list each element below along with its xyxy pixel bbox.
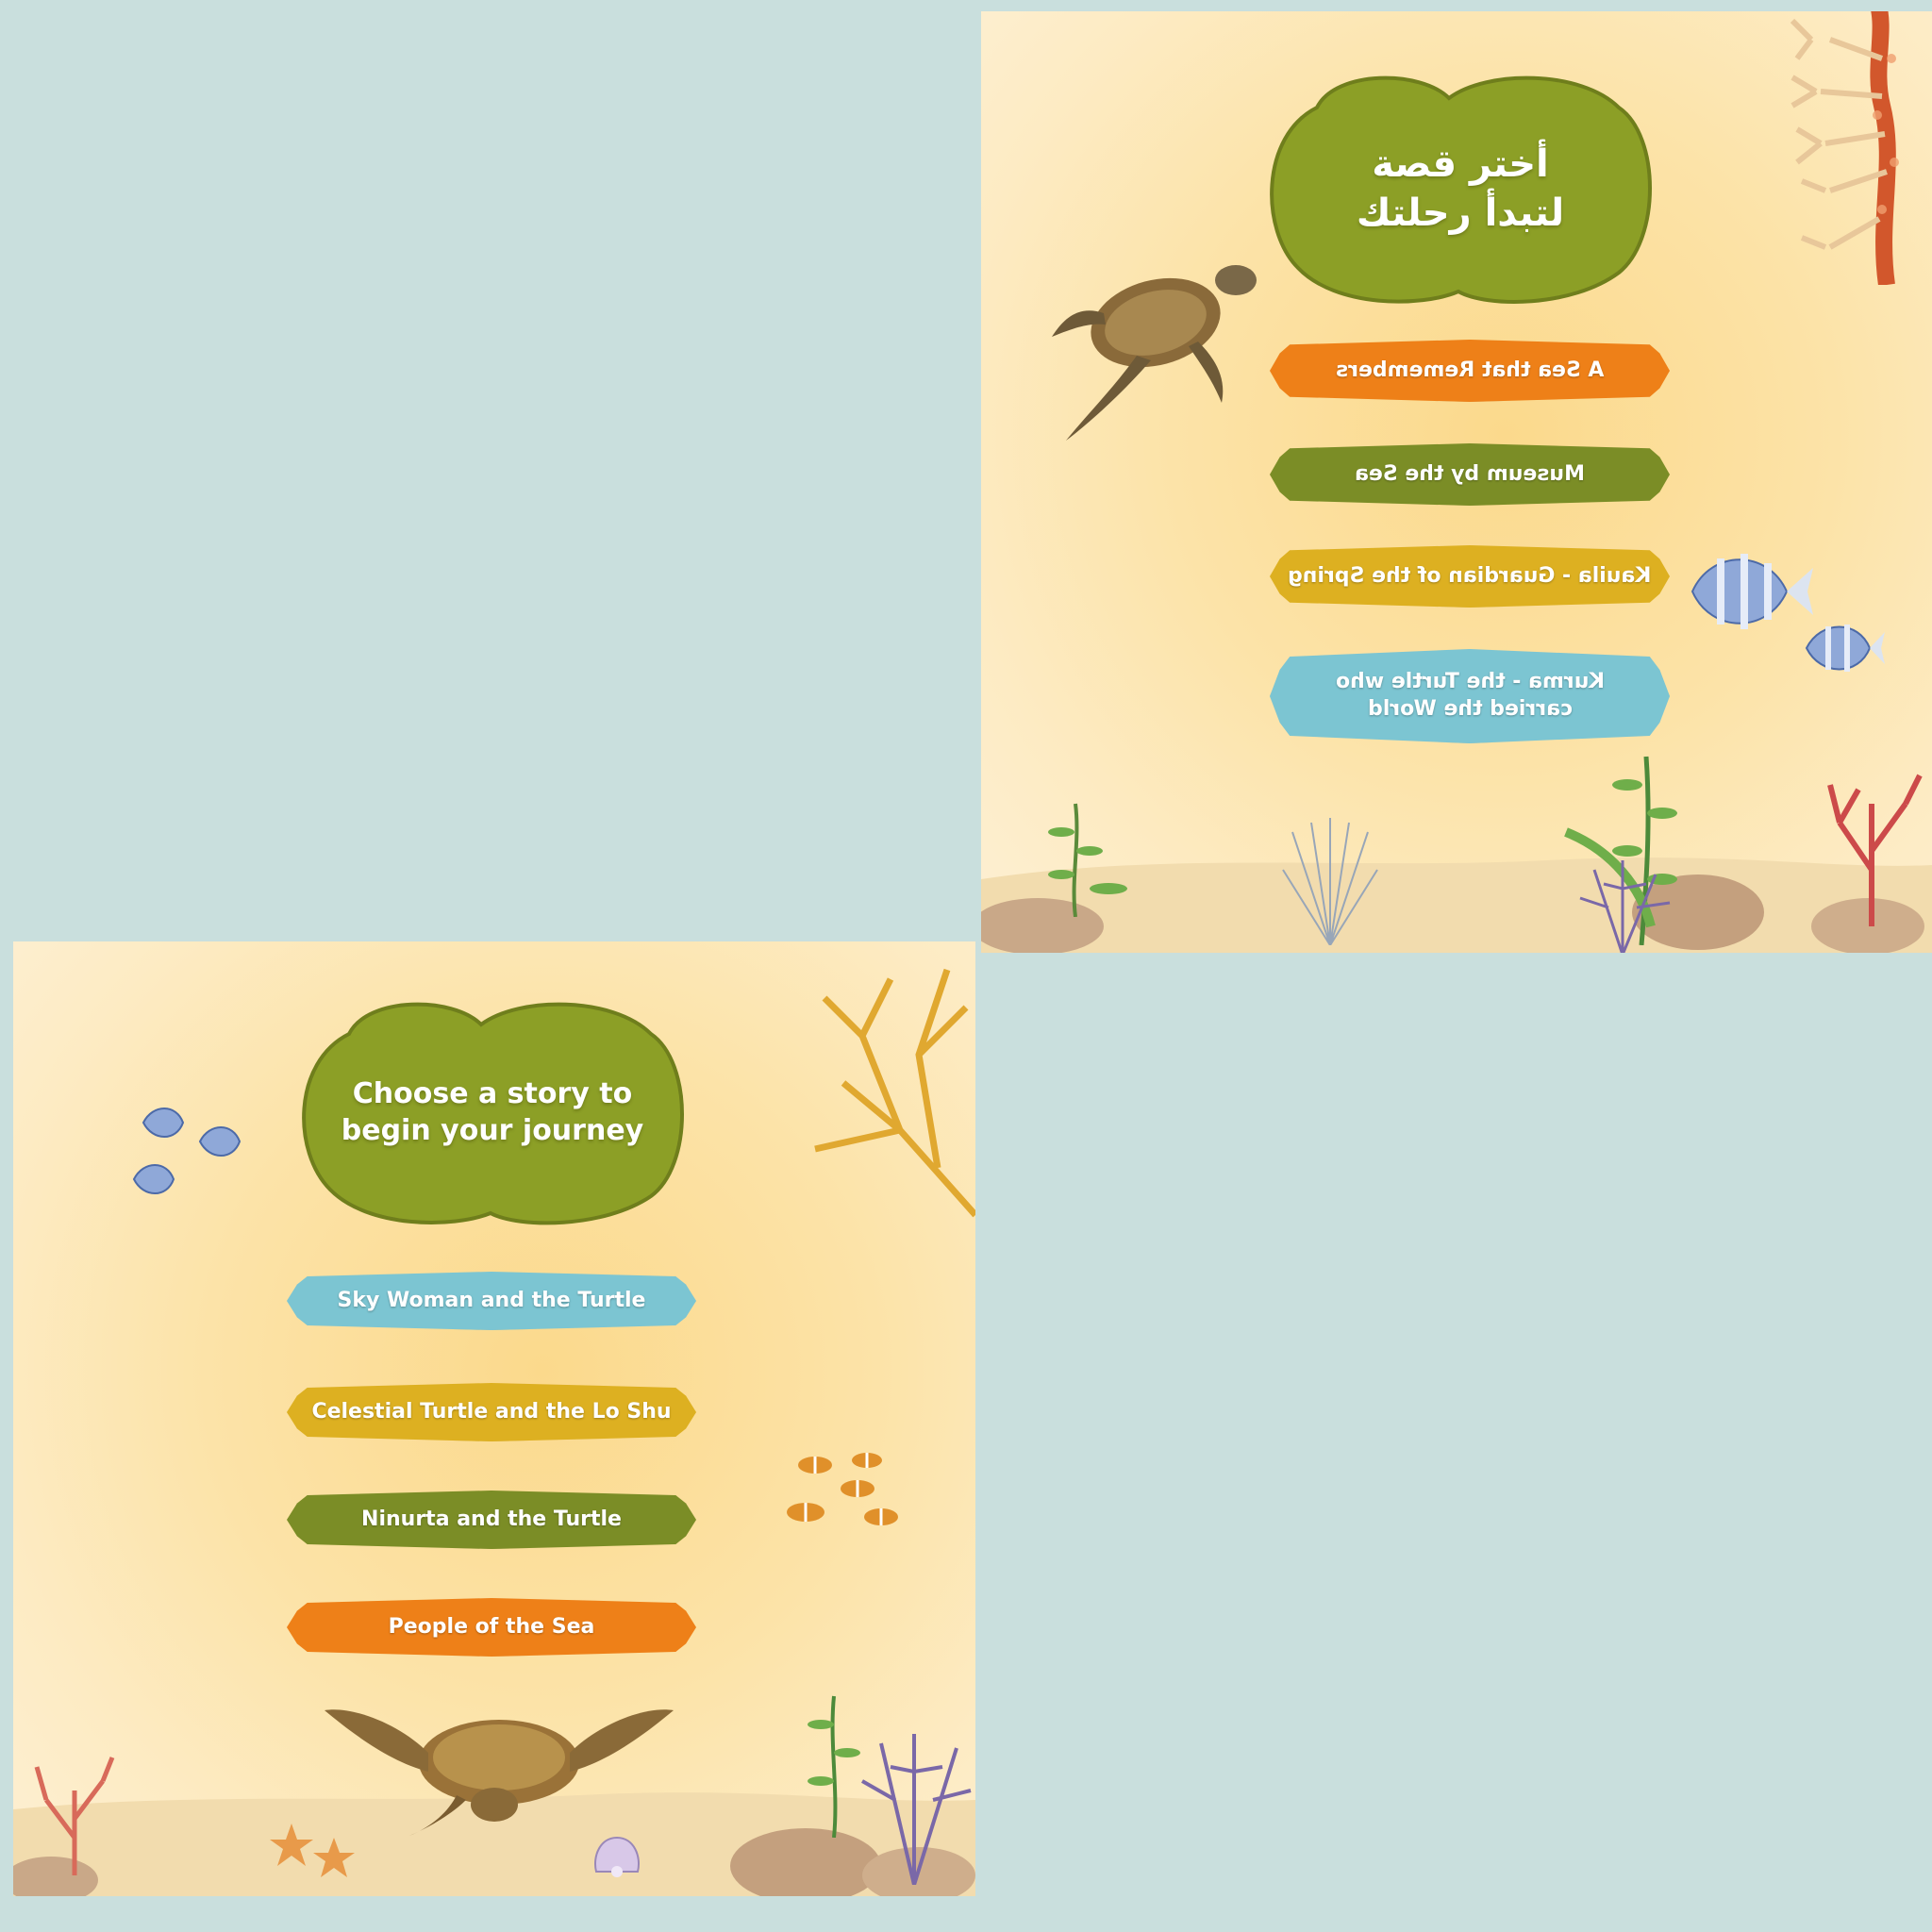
yellow-coral-icon: [806, 941, 975, 1224]
story-button-4[interactable]: Kurma - the Turtle who carried the World: [1270, 649, 1670, 743]
story-button-3[interactable]: Kauila - Guardian of the Spring: [1270, 545, 1670, 608]
angelfish-icon: [1683, 540, 1815, 643]
story-button-1-label: A Sea that Remembers: [1335, 358, 1605, 382]
title-cloud: Choose a story to begin your journey: [292, 996, 692, 1228]
sea-turtle-icon: [325, 1696, 674, 1838]
arabic-story-menu-panel: أختر قصة لتبدأ رحلتك A Sea that Remember…: [981, 11, 1932, 953]
story-button-2[interactable]: Celestial Turtle and the Lo Shu: [287, 1383, 696, 1441]
story-button-4[interactable]: People of the Sea: [287, 1598, 696, 1657]
english-story-menu-panel: Choose a story to begin your journey Sky…: [13, 941, 975, 1896]
story-button-2-label: Celestial Turtle and the Lo Shu: [311, 1399, 672, 1424]
title-cloud: أختر قصة لتبدأ رحلتك: [1260, 70, 1660, 308]
sea-plant-icon: [1274, 813, 1387, 945]
purple-coral-icon: [1566, 851, 1679, 953]
purple-coral-icon: [853, 1724, 975, 1885]
angelfish-school-icon: [125, 1094, 275, 1208]
story-button-2-label: Museum by the Sea: [1355, 461, 1585, 486]
sea-turtle-icon: [1047, 247, 1264, 445]
starfish-icon: [268, 1819, 362, 1885]
clownfish-icon: [777, 1441, 919, 1545]
red-coral-icon: [1811, 766, 1932, 926]
story-button-3-label: Ninurta and the Turtle: [361, 1507, 622, 1531]
story-button-2[interactable]: Museum by the Sea: [1270, 443, 1670, 506]
title-text: Choose a story to begin your journey: [341, 1077, 644, 1147]
story-button-1[interactable]: A Sea that Remembers: [1270, 340, 1670, 402]
story-button-3[interactable]: Ninurta and the Turtle: [287, 1491, 696, 1549]
seaweed-icon: [1019, 794, 1132, 917]
story-button-1-label: Sky Woman and the Turtle: [337, 1288, 646, 1312]
orange-coral-icon: [1774, 11, 1932, 285]
shell-icon: [591, 1834, 643, 1883]
title-text: أختر قصة لتبدأ رحلتك: [1356, 142, 1565, 235]
angelfish-icon-small: [1802, 615, 1887, 681]
story-button-4-label: Kurma - the Turtle who carried the World: [1335, 670, 1605, 721]
red-coral-icon: [23, 1743, 126, 1875]
story-button-1[interactable]: Sky Woman and the Turtle: [287, 1272, 696, 1330]
story-button-3-label: Kauila - Guardian of the Spring: [1288, 563, 1652, 588]
story-button-4-label: People of the Sea: [388, 1614, 595, 1639]
